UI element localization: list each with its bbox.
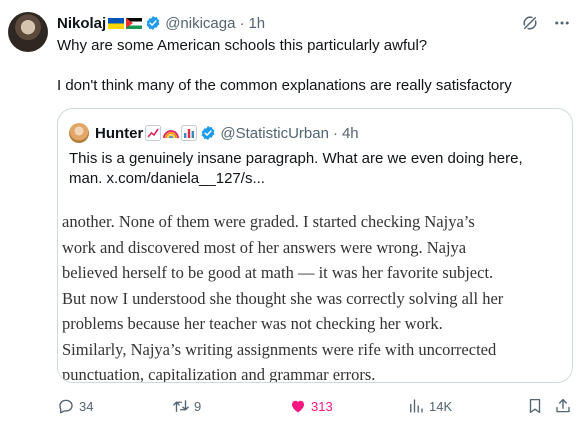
verified-badge-icon[interactable]: [145, 15, 161, 31]
reply-button[interactable]: 34: [57, 396, 93, 416]
quote-author-handle[interactable]: @StatisticUrban: [220, 125, 329, 142]
quote-timestamp[interactable]: 4h: [342, 125, 359, 142]
article-line: But now I understood she thought she was…: [62, 288, 504, 308]
like-button[interactable]: 313: [289, 396, 333, 416]
tweet-text-line-1: Why are some American schools this parti…: [57, 37, 428, 54]
action-bar: 34 9 313 14K: [57, 396, 573, 416]
article-line: Similarly, Najya’s writing assignments w…: [62, 339, 497, 359]
bookmark-icon: [529, 398, 541, 414]
quote-text: This is a genuinely insane paragraph. Wh…: [69, 149, 559, 189]
rainbow-emoji-icon: [163, 125, 180, 141]
quote-verified-badge-icon[interactable]: [200, 125, 216, 141]
quote-article-image[interactable]: another. None of them were graded. I sta…: [58, 201, 572, 383]
timestamp[interactable]: 1h: [248, 15, 265, 32]
reply-icon: [59, 399, 73, 414]
article-line: believed herself to be good at math — it…: [62, 263, 494, 282]
top-actions: [521, 14, 571, 32]
quote-separator: ·: [332, 124, 338, 142]
quote-author-name[interactable]: Hunter: [95, 125, 143, 142]
quote-text-line-2[interactable]: man. x.com/daniela__127/s...: [69, 169, 559, 189]
repost-icon: [173, 400, 189, 412]
quote-avatar[interactable]: [69, 123, 89, 143]
reply-count: 34: [79, 398, 94, 414]
author-name[interactable]: Nikolaj: [57, 15, 106, 32]
grok-icon[interactable]: [521, 14, 539, 32]
more-icon[interactable]: [553, 14, 571, 32]
views-count: 14K: [429, 398, 453, 414]
share-button[interactable]: [554, 396, 572, 416]
author-handle[interactable]: @nikicaga: [165, 15, 235, 32]
tweet[interactable]: Nikolaj @nikicaga · 1h Why are some Amer…: [0, 0, 585, 425]
views-button[interactable]: 14K: [407, 396, 452, 416]
article-line: punctuation, capitalization and grammar …: [62, 365, 376, 383]
tweet-header: Nikolaj @nikicaga · 1h: [57, 13, 265, 33]
avatar[interactable]: [8, 12, 48, 52]
quoted-tweet[interactable]: Hunter @StatisticUrban · 4h This is a ge…: [57, 108, 573, 383]
chart-increasing-emoji-icon: [145, 125, 162, 141]
bar-chart-emoji-icon: [181, 125, 198, 141]
article-line: another. None of them were graded. I sta…: [62, 212, 475, 231]
views-icon: [410, 399, 423, 413]
like-icon: [292, 400, 304, 413]
ukraine-flag-icon: [108, 17, 125, 29]
quote-text-line-1: This is a genuinely insane paragraph. Wh…: [69, 150, 523, 167]
tweet-text-line-2: I don't think many of the common explana…: [57, 77, 512, 94]
quote-header: Hunter @StatisticUrban · 4h: [69, 123, 359, 143]
palestine-flag-icon: [126, 17, 143, 29]
article-line: problems because her teacher was not che…: [62, 314, 443, 333]
repost-count: 9: [194, 398, 202, 414]
separator: ·: [239, 14, 245, 32]
article-line: work and discovered most of her answers …: [62, 237, 467, 257]
bookmark-button[interactable]: [526, 396, 544, 416]
share-icon: [556, 398, 570, 413]
like-count: 313: [311, 398, 333, 414]
repost-button[interactable]: 9: [172, 396, 201, 416]
